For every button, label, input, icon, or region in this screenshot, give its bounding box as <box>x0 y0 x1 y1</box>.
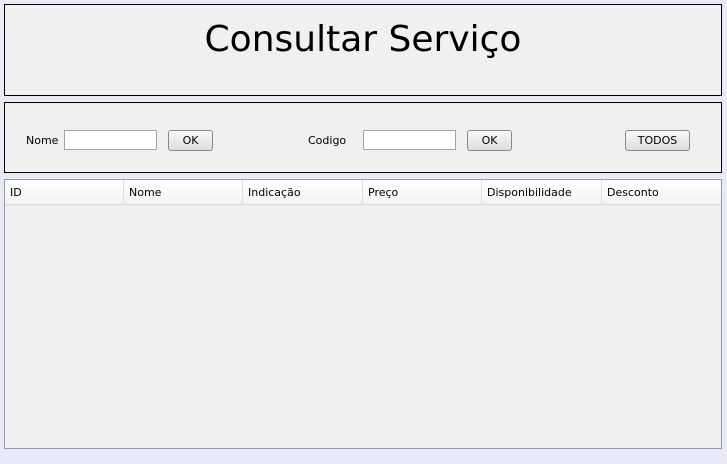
search-panel: Nome OK Codigo OK TODOS <box>4 102 722 173</box>
todos-button[interactable]: TODOS <box>625 130 690 151</box>
nome-label: Nome <box>26 134 59 147</box>
codigo-input[interactable] <box>363 130 456 150</box>
nome-ok-button[interactable]: OK <box>168 130 213 151</box>
column-header-id[interactable]: ID <box>5 180 124 204</box>
title-panel: Consultar Serviço <box>4 4 722 96</box>
results-table[interactable]: ID Nome Indicação Preço Disponibilidade … <box>4 179 722 449</box>
page-title: Consultar Serviço <box>204 19 522 60</box>
codigo-ok-button[interactable]: OK <box>467 130 512 151</box>
column-header-disponibilidade[interactable]: Disponibilidade <box>482 180 602 204</box>
nome-input[interactable] <box>64 130 157 150</box>
column-header-indicacao[interactable]: Indicação <box>243 180 363 204</box>
column-header-nome[interactable]: Nome <box>124 180 243 204</box>
column-header-desconto[interactable]: Desconto <box>602 180 721 204</box>
table-header: ID Nome Indicação Preço Disponibilidade … <box>5 180 721 205</box>
column-header-preco[interactable]: Preço <box>363 180 482 204</box>
codigo-label: Codigo <box>308 134 347 147</box>
